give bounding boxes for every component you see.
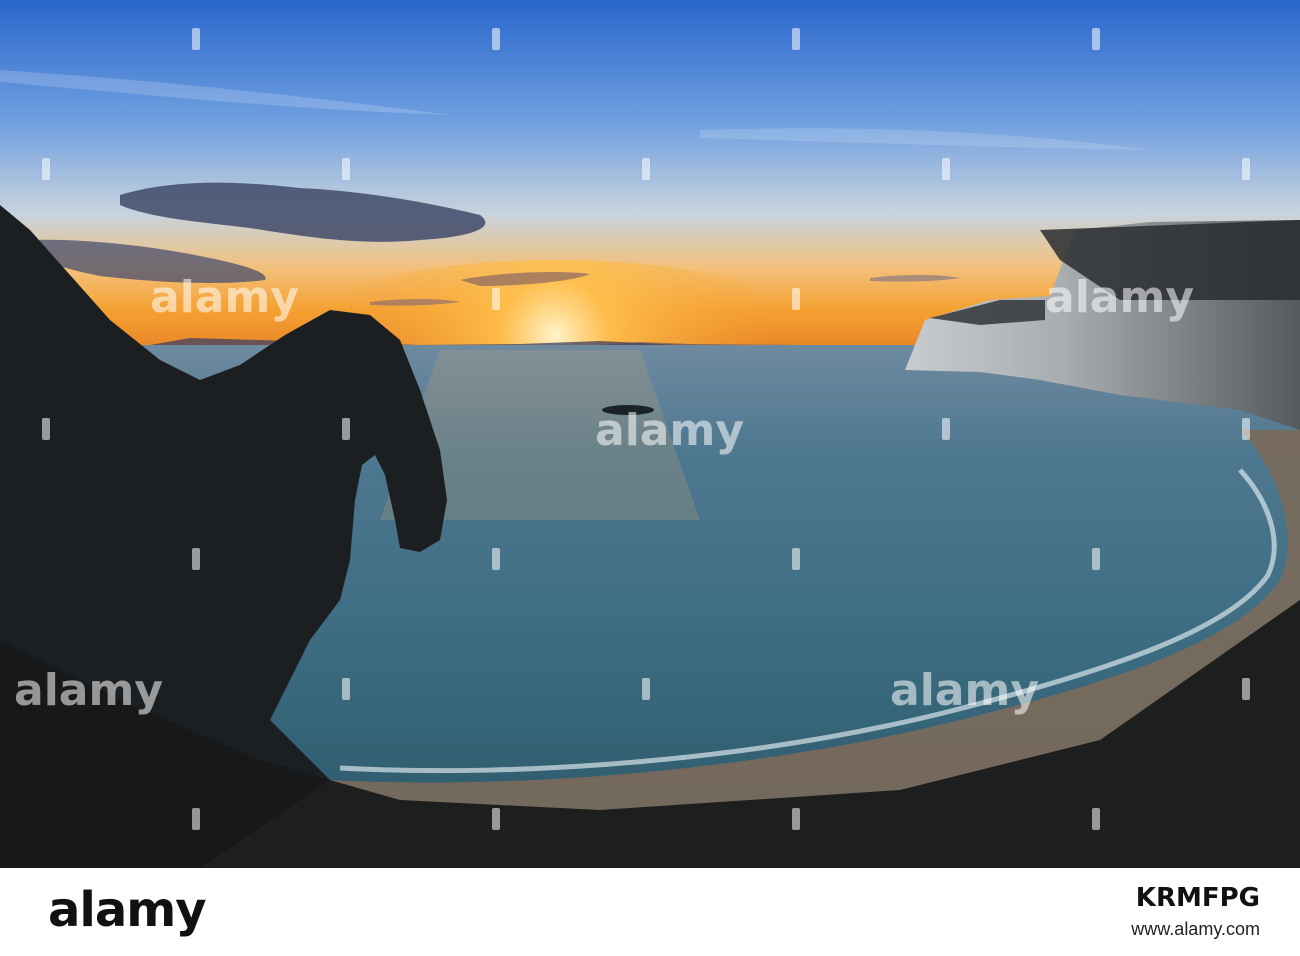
image-info: KRMFPG www.alamy.com bbox=[1131, 884, 1260, 940]
alamy-logo[interactable]: alamy bbox=[48, 882, 207, 938]
footer-bar: alamy KRMFPG www.alamy.com bbox=[0, 868, 1300, 956]
logo-text: alamy bbox=[48, 882, 207, 938]
photo bbox=[0, 0, 1300, 868]
sea-rock bbox=[602, 405, 654, 415]
site-url[interactable]: www.alamy.com bbox=[1131, 919, 1260, 940]
landscape-photo bbox=[0, 0, 1300, 868]
image-id: KRMFPG bbox=[1135, 883, 1260, 913]
